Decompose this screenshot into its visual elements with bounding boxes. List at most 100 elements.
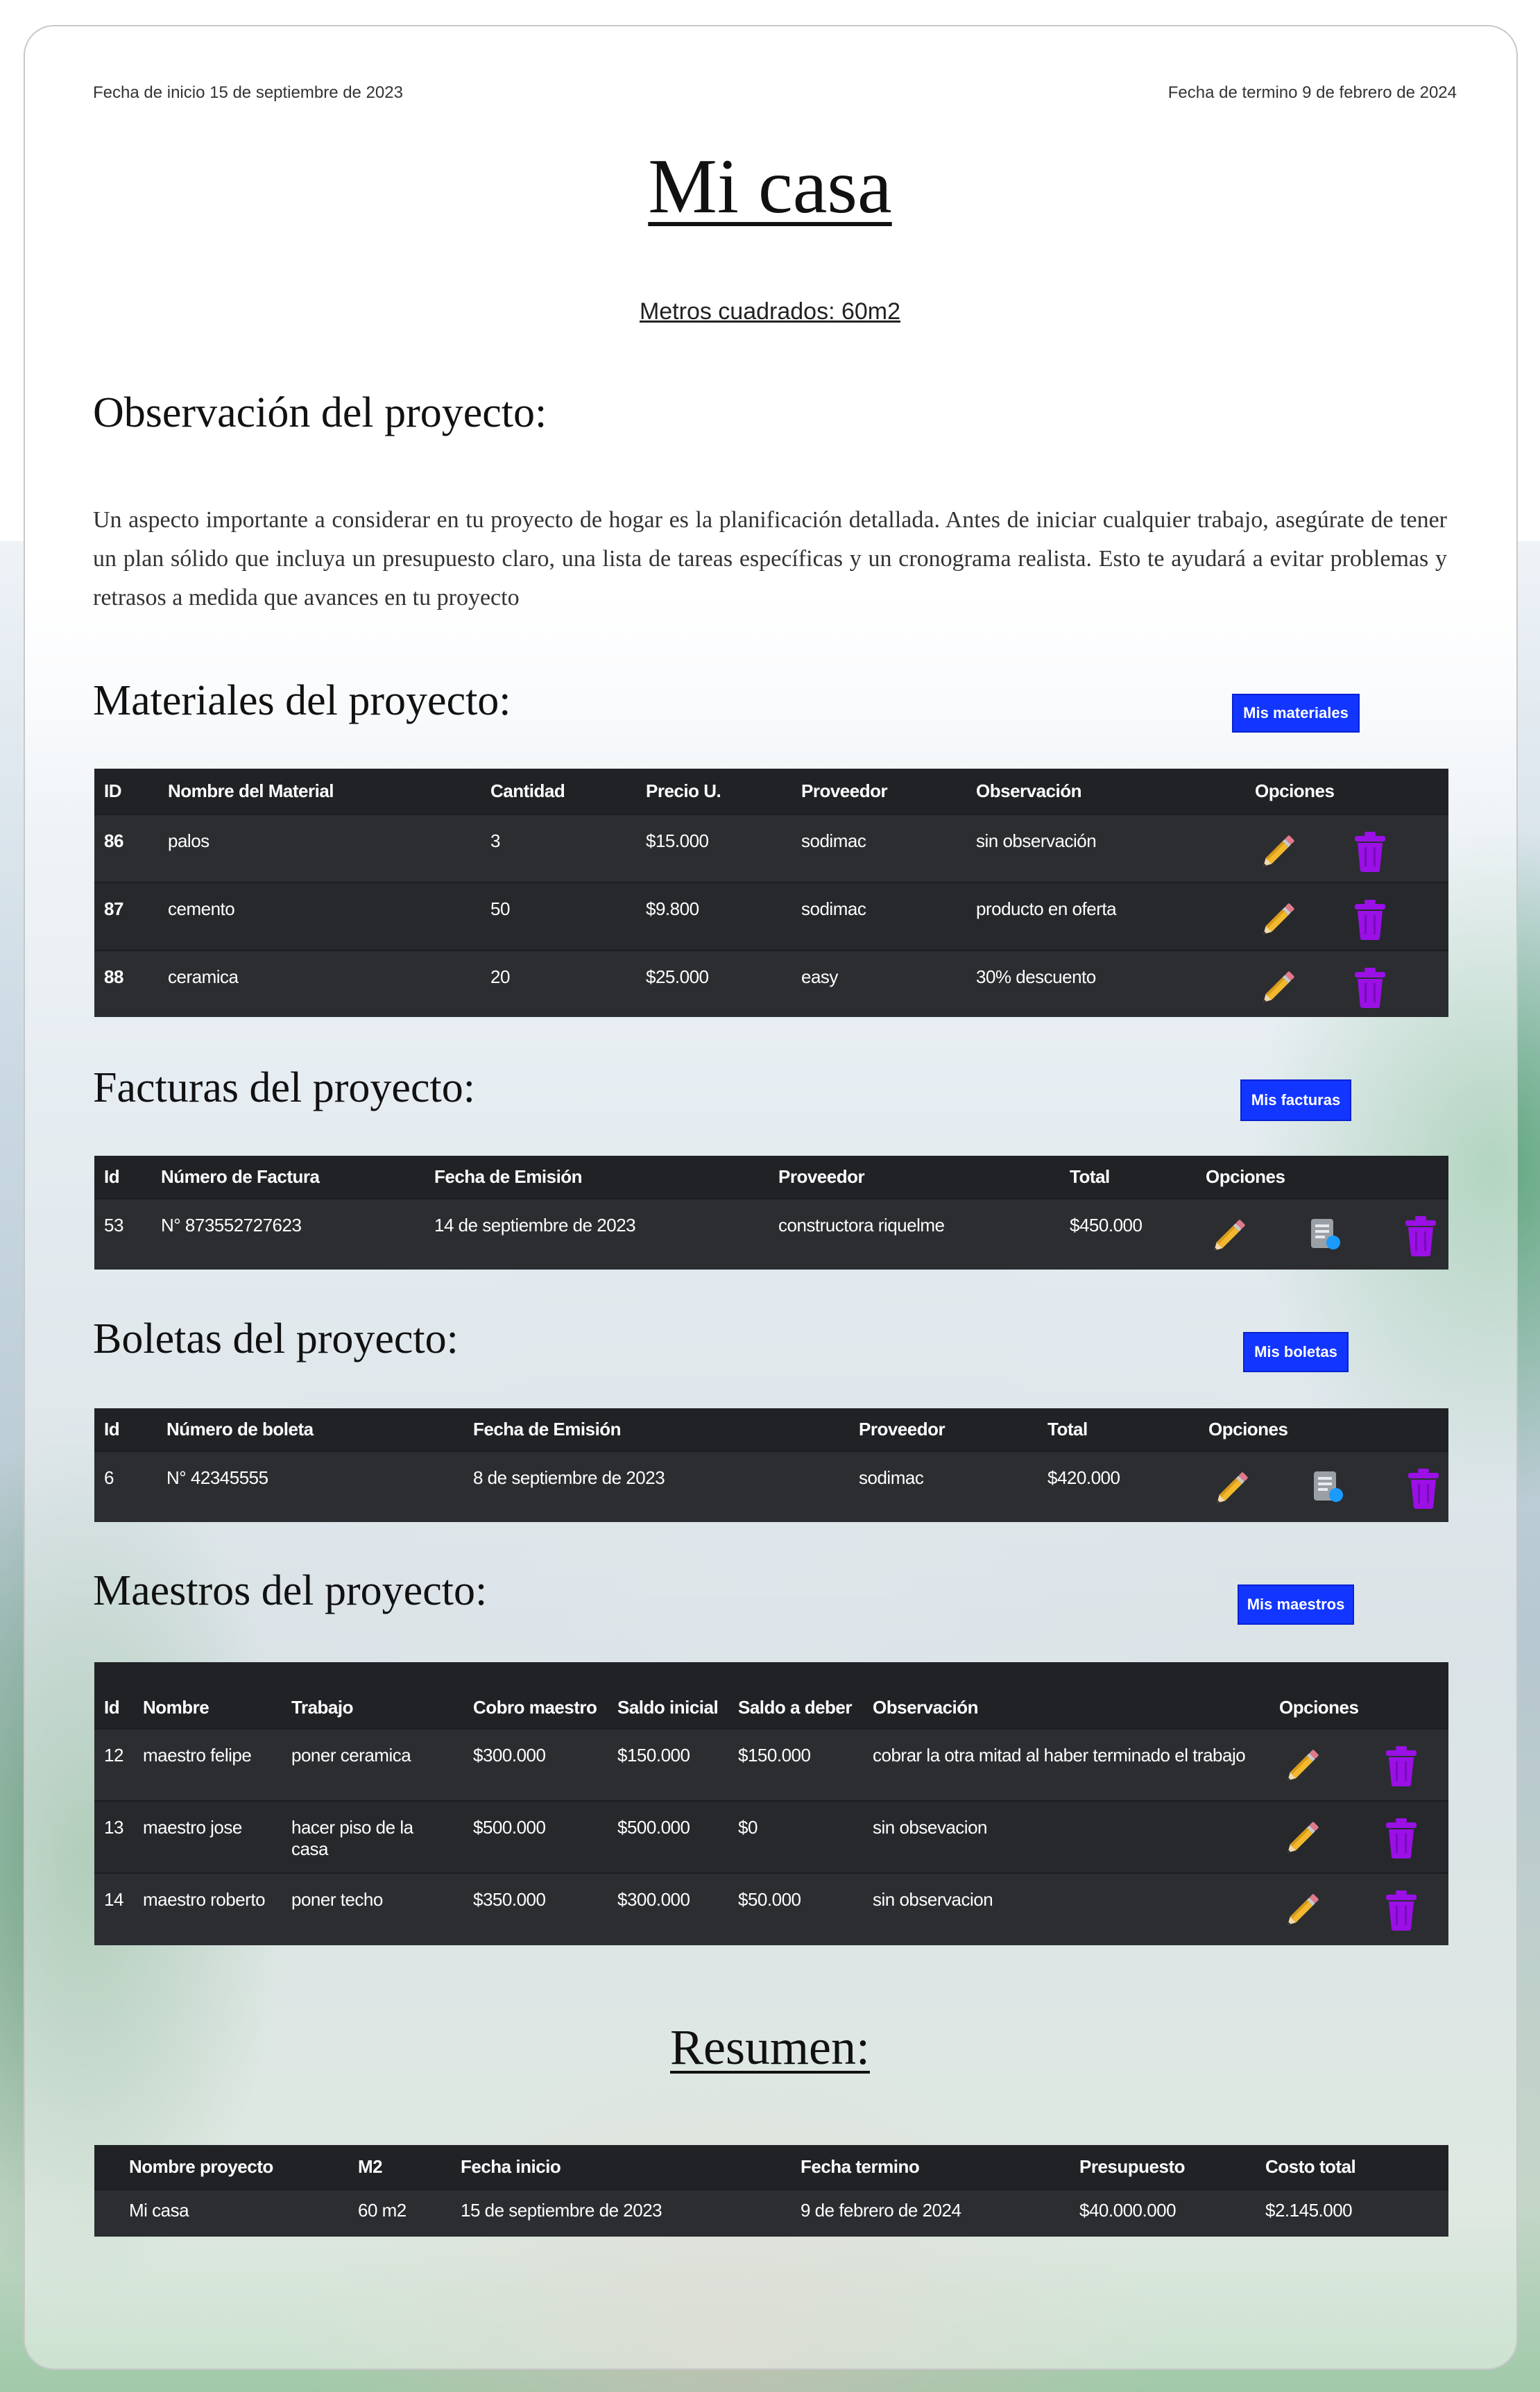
table-row: 12 maestro felipe poner ceramica $300.00… (94, 1728, 1449, 1801)
document-view-icon[interactable] (1308, 1467, 1350, 1514)
trash-icon[interactable] (1352, 898, 1388, 946)
cell-id: 88 (94, 950, 158, 1017)
cell-name: maestro felipe (133, 1728, 282, 1801)
pencil-icon[interactable] (1206, 1215, 1250, 1264)
table-row: Mi casa 60 m2 15 de septiembre de 2023 9… (94, 2189, 1448, 2237)
cell-price: $9.800 (636, 882, 792, 950)
cell-id: 53 (94, 1198, 151, 1270)
col-issue-date: Fecha de Emisión (463, 1408, 849, 1451)
date-row: Fecha de inicio 15 de septiembre de 2023… (93, 83, 1457, 103)
my-invoices-button[interactable]: Mis facturas (1240, 1079, 1351, 1121)
delete-cell (1342, 950, 1449, 1017)
trash-icon[interactable] (1383, 1817, 1419, 1865)
cell-budget: $40.000.000 (1070, 2189, 1256, 2237)
pencil-icon[interactable] (1279, 1817, 1324, 1866)
col-invoice-number: Número de Factura (151, 1156, 425, 1199)
col-options: Opciones (1199, 1408, 1449, 1451)
edit-cell (1245, 950, 1342, 1017)
cell-id: 13 (94, 1800, 133, 1873)
cell-provider: sodimac (849, 1451, 1038, 1522)
col-total-cost: Costo total (1256, 2145, 1448, 2189)
edit-cell (1269, 1728, 1374, 1801)
trash-icon[interactable] (1403, 1215, 1439, 1263)
cell-total: $420.000 (1038, 1451, 1199, 1522)
col-initial-balance: Saldo inicial (608, 1662, 728, 1729)
cell-number: N° 873552727623 (151, 1198, 425, 1270)
trash-icon[interactable] (1383, 1745, 1419, 1793)
edit-cell (1245, 814, 1342, 882)
edit-cell (1196, 1198, 1296, 1270)
my-receipts-button[interactable]: Mis boletas (1243, 1332, 1349, 1372)
edit-cell (1199, 1451, 1299, 1522)
pencil-icon[interactable] (1279, 1889, 1324, 1938)
cell-job: hacer piso de la casa (282, 1800, 463, 1873)
cell-owed: $50.000 (728, 1872, 863, 1945)
table-row: 53 N° 873552727623 14 de septiembre de 2… (94, 1198, 1449, 1270)
col-project-name: Nombre proyecto (94, 2145, 348, 2189)
trash-icon[interactable] (1352, 830, 1388, 878)
cell-obs: producto en oferta (966, 882, 1245, 950)
view-cell (1299, 1451, 1396, 1522)
cell-name: cemento (158, 882, 481, 950)
table-row: 86 palos 3 $15.000 sodimac sin observaci… (94, 814, 1449, 882)
table-row: 88 ceramica 20 $25.000 easy 30% descuent… (94, 950, 1449, 1017)
cell-obs: sin obsevacion (863, 1800, 1269, 1873)
col-start-date: Fecha inicio (451, 2145, 791, 2189)
cell-name: maestro jose (133, 1800, 282, 1873)
col-id: Id (94, 1156, 151, 1199)
cell-qty: 20 (481, 950, 636, 1017)
pencil-icon[interactable] (1255, 830, 1299, 880)
delete-cell (1374, 1728, 1449, 1801)
col-total: Total (1038, 1408, 1199, 1451)
col-receipt-number: Número de boleta (157, 1408, 463, 1451)
delete-cell (1393, 1198, 1449, 1270)
col-balance-owed: Saldo a deber (728, 1662, 863, 1729)
table-row: 14 maestro roberto poner techo $350.000 … (94, 1872, 1449, 1945)
end-date: Fecha de termino 9 de febrero de 2024 (1167, 83, 1457, 102)
cell-owed: $150.000 (728, 1728, 863, 1801)
cell-number: N° 42345555 (157, 1451, 463, 1522)
receipts-heading: Boletas del proyecto: (93, 1315, 459, 1362)
trash-icon[interactable] (1383, 1889, 1419, 1937)
cell-price: $15.000 (636, 814, 792, 882)
cell-charge: $500.000 (463, 1800, 608, 1873)
cell-obs: cobrar la otra mitad al haber terminado … (863, 1728, 1269, 1801)
cell-obs: sin observacion (863, 1872, 1269, 1945)
cell-job: poner ceramica (282, 1728, 463, 1801)
col-id: Id (94, 1408, 157, 1451)
col-material-name: Nombre del Material (158, 769, 481, 814)
cell-name: maestro roberto (133, 1872, 282, 1945)
observation-heading: Observación del proyecto: (93, 389, 547, 436)
summary-heading: Resumen: (670, 2019, 870, 2075)
document-view-icon[interactable] (1306, 1215, 1347, 1261)
cell-end: 9 de febrero de 2024 (791, 2189, 1070, 2237)
pencil-icon[interactable] (1255, 966, 1299, 1016)
col-charge: Cobro maestro (463, 1662, 608, 1729)
cell-id: 14 (94, 1872, 133, 1945)
observation-text: Un aspecto importante a considerar en tu… (93, 507, 1447, 610)
cell-obs: 30% descuento (966, 950, 1245, 1017)
my-masters-button[interactable]: Mis maestros (1238, 1584, 1354, 1625)
col-m2: M2 (348, 2145, 451, 2189)
masters-heading: Maestros del proyecto: (93, 1567, 488, 1614)
square-meters: Metros cuadrados: 60m2 (639, 298, 901, 325)
trash-icon[interactable] (1405, 1467, 1441, 1515)
trash-icon[interactable] (1352, 966, 1388, 1014)
cell-total: $2.145.000 (1256, 2189, 1448, 2237)
cell-job: poner techo (282, 1872, 463, 1945)
receipts-table: Id Número de boleta Fecha de Emisión Pro… (94, 1408, 1449, 1522)
cell-initial: $500.000 (608, 1800, 728, 1873)
cell-project-name: Mi casa (94, 2189, 348, 2237)
view-cell (1296, 1198, 1393, 1270)
col-id: Id (94, 1662, 133, 1729)
pencil-icon[interactable] (1255, 898, 1299, 948)
pencil-icon[interactable] (1279, 1745, 1324, 1794)
edit-cell (1269, 1800, 1374, 1873)
delete-cell (1396, 1451, 1449, 1522)
my-materials-button[interactable]: Mis materiales (1232, 694, 1360, 733)
col-provider: Proveedor (769, 1156, 1060, 1199)
col-issue-date: Fecha de Emisión (425, 1156, 769, 1199)
cell-id: 87 (94, 882, 158, 950)
cell-charge: $350.000 (463, 1872, 608, 1945)
pencil-icon[interactable] (1208, 1467, 1253, 1517)
